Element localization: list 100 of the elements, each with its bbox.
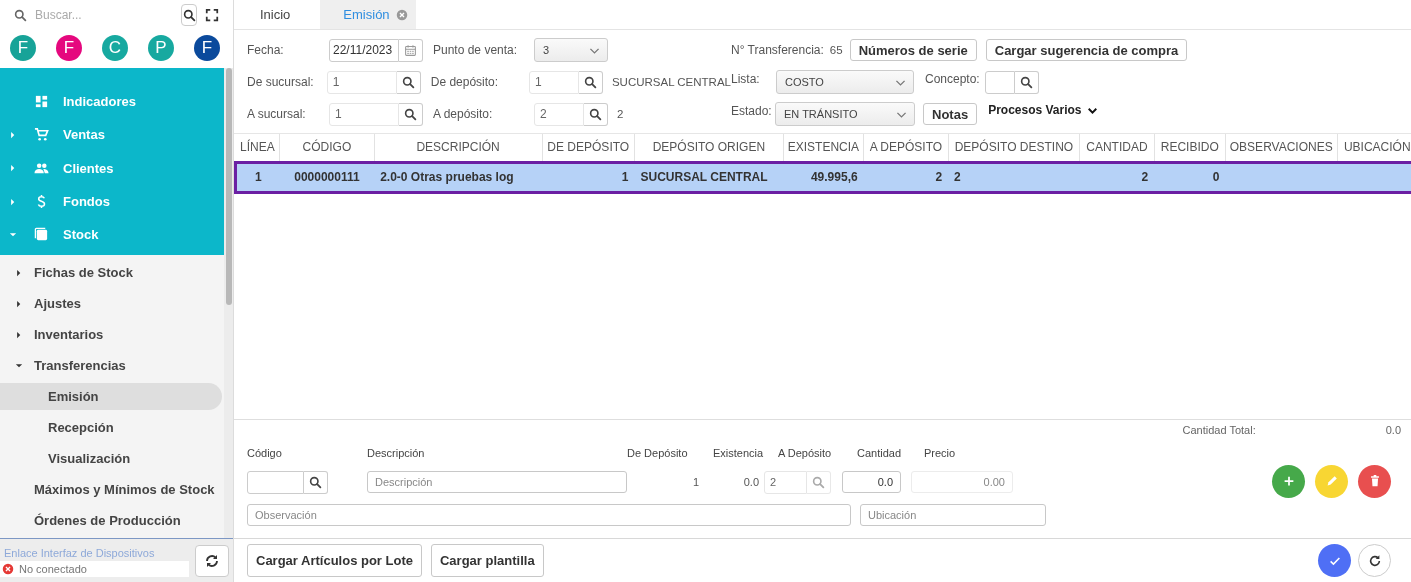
people-icon	[34, 160, 49, 176]
search-icon	[14, 8, 27, 22]
menu-item[interactable]: Emisión	[0, 383, 222, 410]
warehouse-value: 1	[691, 476, 699, 488]
refresh-icon	[1367, 553, 1382, 568]
search-button[interactable]	[181, 4, 197, 26]
table-row[interactable]: 1 0000000111 2.0-0 Otras pruebas log 1 SUCURSAL CENTRAL 49.995,6 2 2 2 0	[235, 162, 1411, 192]
field-label: De sucursal:	[247, 75, 315, 89]
menu-item[interactable]: Fichas de Stock	[34, 265, 133, 280]
field-label: Punto de venta:	[433, 43, 519, 57]
connection-status: No conectado	[19, 562, 87, 575]
field-label: A depósito:	[433, 107, 494, 121]
confirm-button[interactable]	[1318, 544, 1351, 577]
table-cell: 0000000111	[279, 162, 375, 192]
menu-item[interactable]: Ajustes	[34, 296, 81, 311]
search-icon	[589, 107, 602, 121]
field-label: Estado:	[731, 104, 773, 118]
field-label: N° Transferencia:	[731, 43, 824, 57]
delete-button[interactable]	[1358, 464, 1391, 498]
warehouse-name: 2	[617, 108, 624, 120]
action-button[interactable]: Cargar plantilla	[431, 544, 544, 577]
shortcut-avatar[interactable]: F	[194, 35, 220, 61]
search-icon	[309, 475, 322, 489]
quantity-field[interactable]: 0.0	[842, 471, 901, 493]
total-label: Cantidad Total:	[1182, 424, 1256, 438]
search-icon	[182, 8, 196, 22]
action-button[interactable]: Cargar sugerencia de compra	[985, 39, 1188, 61]
processes-menu[interactable]: Procesos Varios	[986, 103, 1098, 117]
fullscreen-button[interactable]	[205, 8, 219, 22]
table-cell: 1	[235, 162, 280, 192]
description-field[interactable]: Descripción	[367, 471, 627, 493]
table-cell: 2.0-0 Otras pruebas log	[374, 162, 543, 192]
table-cell: 2	[948, 162, 1080, 192]
field-label: De depósito:	[430, 75, 500, 89]
search-button[interactable]	[578, 70, 603, 94]
menu-item[interactable]: Órdenes de Producción	[34, 513, 181, 528]
field-label: De Depósito	[627, 447, 689, 459]
field-label: Código	[247, 447, 283, 459]
dashboard-icon	[34, 94, 49, 110]
box-icon	[34, 227, 49, 243]
warehouse-field[interactable]: 2	[534, 102, 584, 126]
search-button[interactable]	[399, 102, 423, 126]
tab[interactable]: Inicio	[246, 0, 305, 29]
field-label: A Depósito	[778, 447, 833, 459]
search-icon	[1020, 75, 1033, 89]
total-value: 0.0	[1385, 424, 1401, 438]
sync-icon	[204, 552, 220, 569]
code-field[interactable]	[247, 470, 304, 494]
table-cell: 49.995,6	[783, 162, 864, 192]
field-label: A sucursal:	[247, 107, 307, 121]
calendar-icon	[404, 43, 417, 57]
refresh-button[interactable]	[1358, 544, 1391, 577]
field-label: Lista:	[731, 72, 761, 86]
action-button[interactable]: Números de serie	[849, 39, 977, 61]
search-icon	[401, 75, 415, 89]
branch-field[interactable]: 1	[329, 102, 399, 126]
field-label: Cantidad	[857, 447, 903, 459]
warehouse-field[interactable]: 1	[528, 70, 579, 94]
concept-field[interactable]	[985, 70, 1015, 94]
search-icon	[812, 475, 825, 489]
field-label: Descripción	[367, 447, 426, 459]
scrollbar[interactable]	[224, 68, 233, 538]
search-field[interactable]: Buscar...	[35, 8, 147, 22]
date-field[interactable]: 22/11/2023	[329, 38, 399, 62]
menu-item[interactable]: Recepción	[0, 414, 222, 441]
menu-item[interactable]: Visualización	[0, 445, 222, 472]
observation-field[interactable]: Observación	[247, 504, 851, 526]
table-cell: 2	[1079, 162, 1155, 192]
shortcut-avatar[interactable]: F	[56, 35, 82, 61]
field-label: Concepto:	[925, 72, 981, 86]
stock-value: 0.0	[742, 476, 759, 488]
sync-button[interactable]	[195, 544, 229, 577]
action-button[interactable]: Cargar Artículos por Lote	[247, 544, 422, 577]
menu-item[interactable]: Transferencias	[34, 358, 126, 373]
search-icon	[404, 107, 417, 121]
menu-item[interactable]: Inventarios	[34, 327, 104, 342]
search-button[interactable]	[396, 70, 421, 94]
transfer-number: 65	[829, 44, 843, 56]
table-cell: 2	[863, 162, 949, 192]
calendar-button[interactable]	[399, 38, 423, 62]
search-button[interactable]	[584, 102, 608, 126]
notes-button[interactable]: Notas	[923, 103, 978, 125]
field-label: Existencia	[713, 447, 765, 459]
branch-field[interactable]: 1	[326, 70, 397, 94]
search-button[interactable]	[304, 470, 328, 494]
search-button[interactable]	[1015, 70, 1039, 94]
field-label: Fecha:	[247, 43, 285, 57]
cart-icon	[34, 127, 49, 143]
point-of-sale-select[interactable]: 3	[534, 38, 608, 62]
table-cell: 1	[542, 162, 635, 192]
table-cell: SUCURSAL CENTRAL	[634, 162, 784, 192]
fullscreen-icon	[205, 8, 219, 22]
location-field[interactable]: Ubicación	[860, 504, 1046, 526]
price-list-select[interactable]: COSTO	[776, 70, 914, 94]
add-button[interactable]	[1272, 464, 1305, 498]
field-label: Precio	[924, 447, 956, 459]
menu-item[interactable]: Máximos y Mínimos de Stock	[34, 482, 215, 497]
table-cell: 0	[1154, 162, 1226, 192]
warehouse-name: SUCURSAL CENTRAL	[611, 76, 731, 88]
status-select[interactable]: EN TRÁNSITO	[775, 102, 915, 126]
